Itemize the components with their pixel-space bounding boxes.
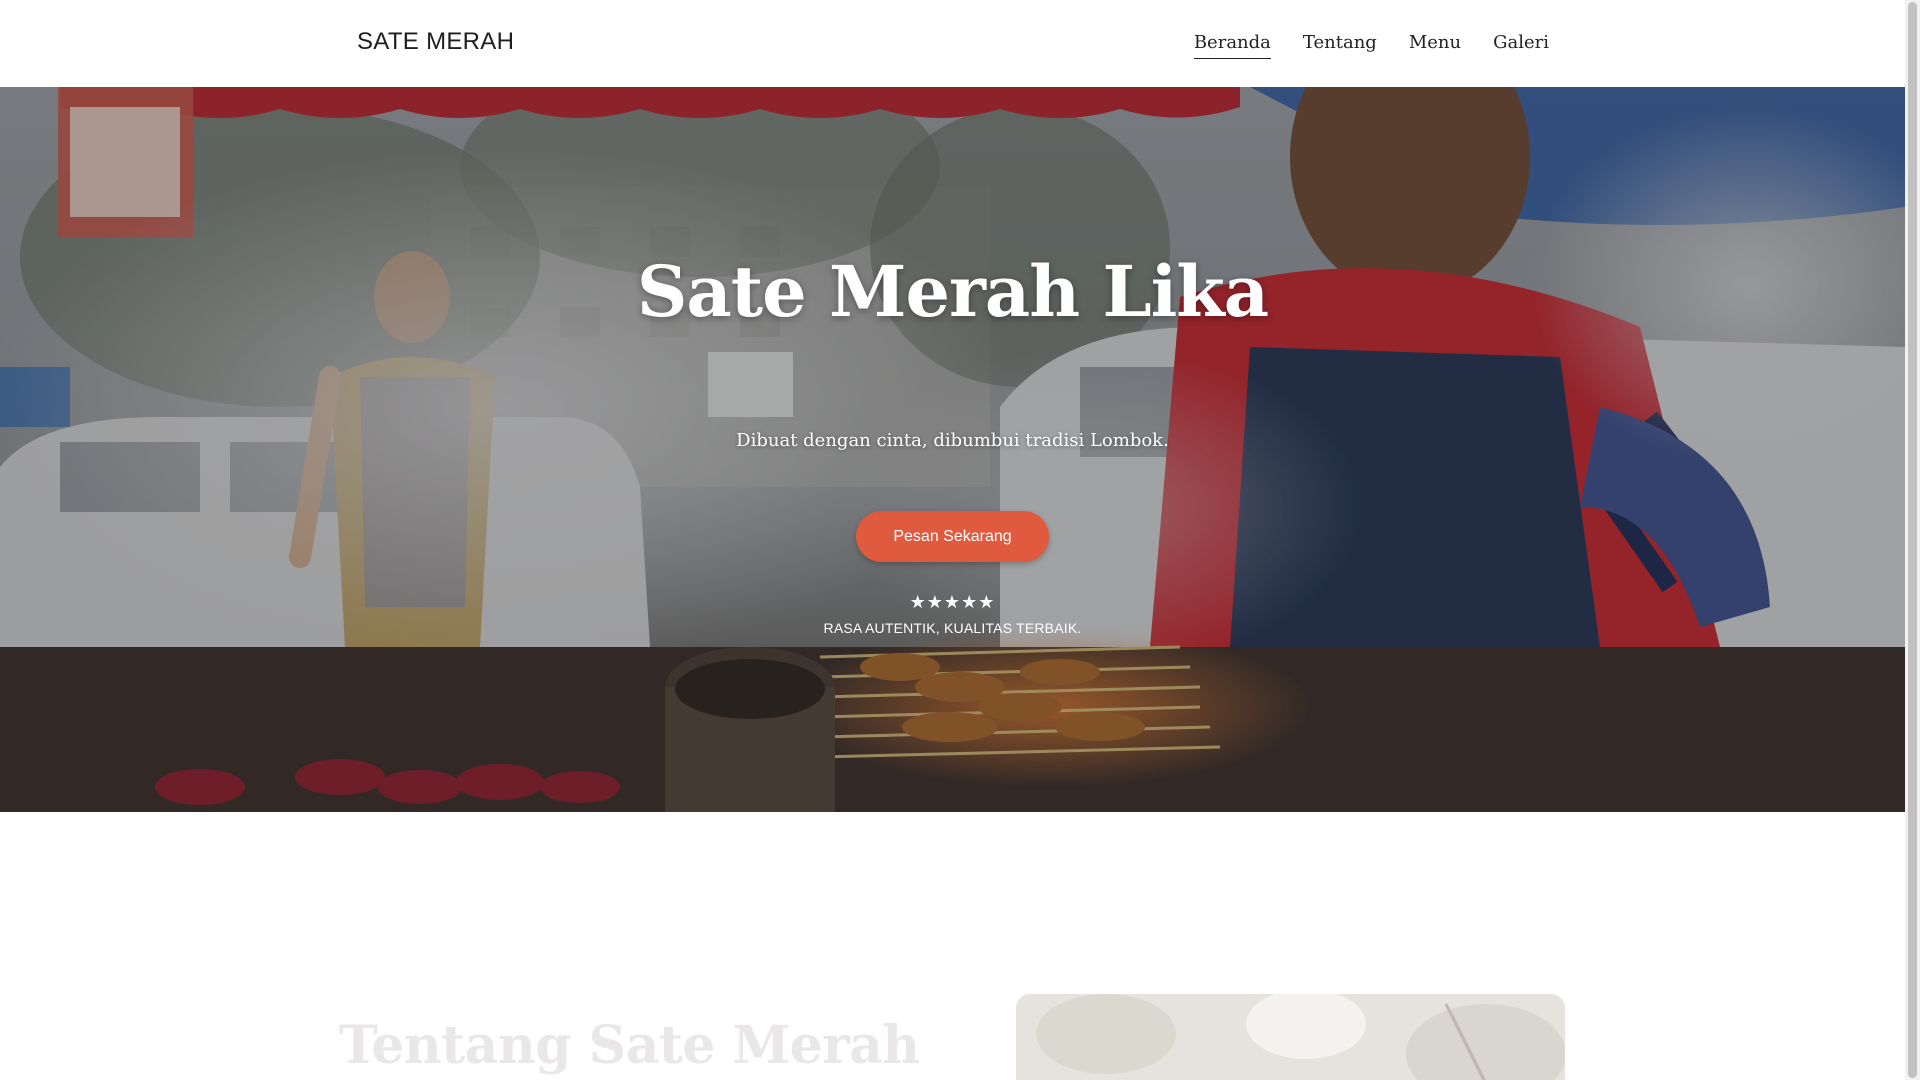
scrollbar-thumb[interactable] bbox=[1908, 2, 1917, 1078]
hero-title: Sate Merah Lika bbox=[636, 250, 1269, 333]
hero-tagline: RASA AUTENTIK, KUALITAS TERBAIK. bbox=[823, 620, 1082, 636]
nav-link-beranda[interactable]: Beranda bbox=[1193, 32, 1271, 59]
about-section-title: Tentang Sate Merah bbox=[339, 1015, 920, 1076]
main-nav: Beranda Tentang Menu Galeri bbox=[1193, 32, 1549, 59]
hero-subtitle: Dibuat dengan cinta, dibumbui tradisi Lo… bbox=[736, 430, 1169, 451]
nav-link-menu[interactable]: Menu bbox=[1409, 32, 1461, 59]
brand-logo[interactable]: SATE MERAH bbox=[357, 28, 514, 56]
star-icon: ★★★★★ bbox=[909, 592, 996, 612]
site-header: SATE MERAH Beranda Tentang Menu Galeri bbox=[0, 0, 1905, 87]
nav-link-galeri[interactable]: Galeri bbox=[1493, 32, 1549, 59]
page-scrollbar[interactable] bbox=[1905, 0, 1920, 1080]
nav-link-tentang[interactable]: Tentang bbox=[1303, 32, 1377, 59]
hero-section: Sate Merah Lika Dibuat dengan cinta, dib… bbox=[0, 87, 1905, 812]
about-image bbox=[1016, 994, 1565, 1080]
order-now-button[interactable]: Pesan Sekarang bbox=[856, 511, 1049, 562]
page: SATE MERAH Beranda Tentang Menu Galeri S… bbox=[0, 0, 1905, 1080]
